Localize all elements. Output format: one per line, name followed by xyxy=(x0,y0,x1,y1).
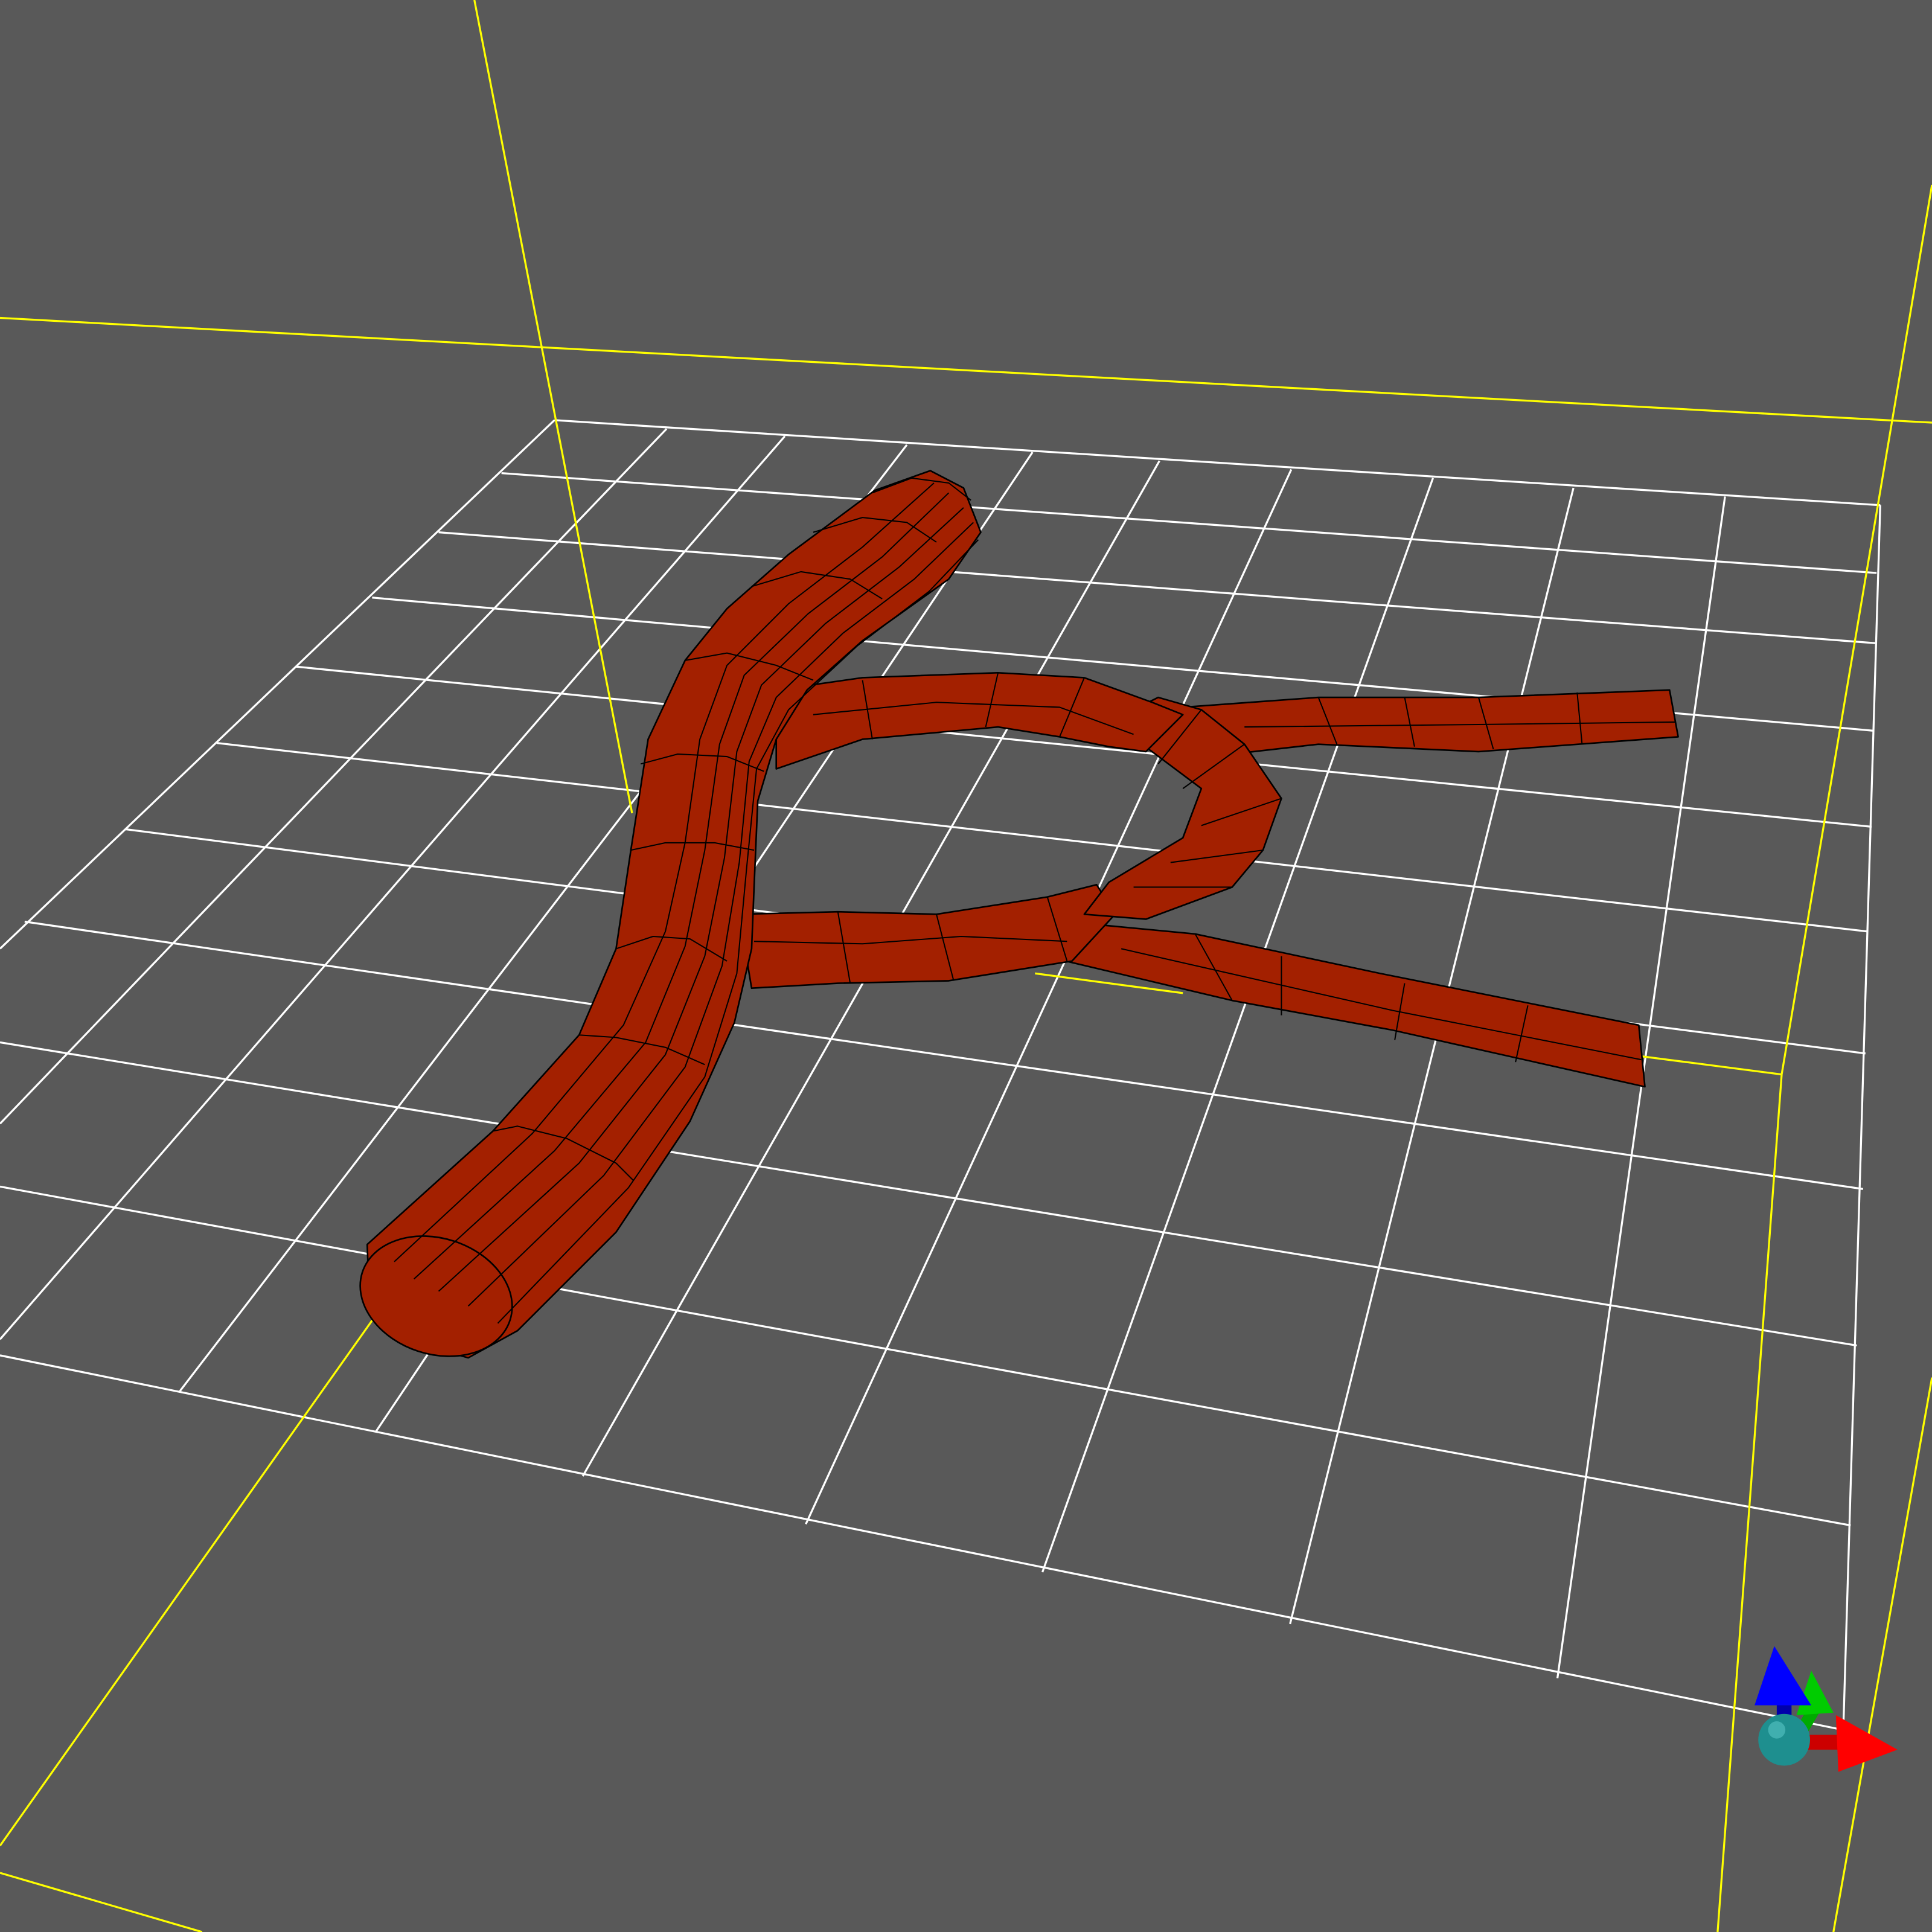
origin-sphere-icon xyxy=(1758,1713,1810,1766)
3d-viewport[interactable] xyxy=(0,0,1932,1932)
